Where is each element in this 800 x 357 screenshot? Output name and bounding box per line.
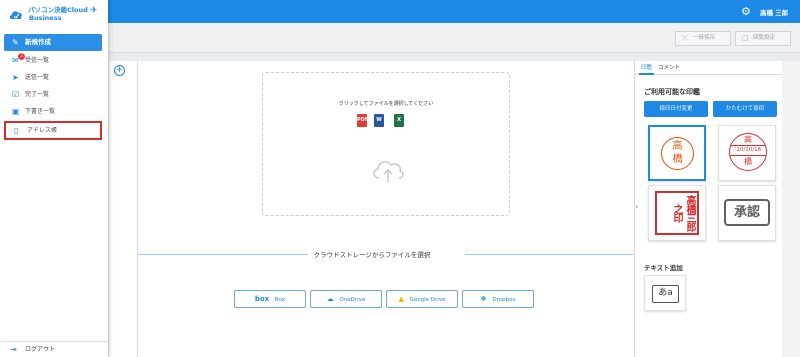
- divider-right: [465, 254, 635, 255]
- document-area: + クリックしてファイルを選択してください PDF W X クラウドストレージか…: [108, 61, 635, 357]
- page-thumbnail-column: +: [109, 61, 138, 357]
- pin-icon: ⤬: [682, 34, 688, 42]
- logout-icon: ⇥: [10, 345, 17, 354]
- add-text-heading: テキスト追加: [644, 264, 683, 272]
- pin-sidebar-icon[interactable]: ✈: [90, 6, 98, 16]
- panel-tabs: 印鑑 コメント: [635, 61, 783, 75]
- box-icon: box: [254, 295, 270, 303]
- stamp-round-name[interactable]: 高橋: [648, 125, 706, 181]
- sidebar-item-address-book[interactable]: ▯ アドレス帳: [4, 121, 102, 140]
- tab-stamps[interactable]: 印鑑: [639, 61, 655, 75]
- google-drive-button[interactable]: ▲ Google Drive: [386, 290, 458, 308]
- send-settings-button[interactable]: ▢ 回覧設定: [735, 31, 791, 46]
- check-square-icon: ☑: [12, 90, 20, 99]
- change-date-button[interactable]: 捺印日付変更: [644, 101, 708, 117]
- chevron-right-icon[interactable]: ›: [635, 202, 638, 211]
- sidebar: パソコン決裁Cloud Business ✈ ✎ 新規作成 ✉ 2 受信一覧 ➤…: [0, 0, 108, 357]
- save-temp-button[interactable]: ⤬ 一時保存: [675, 31, 731, 46]
- word-file-icon: W: [374, 114, 384, 127]
- sidebar-item-sent[interactable]: ➤ 送信一覧: [4, 70, 102, 86]
- tilt-stamp-button[interactable]: かたむけて捺印: [713, 101, 777, 117]
- top-header: ⚙ 高橋 三郎: [0, 0, 800, 23]
- gear-icon[interactable]: ⚙: [741, 6, 752, 17]
- drop-instruction: クリックしてファイルを選択してください: [338, 101, 434, 107]
- address-book-icon: ▯: [14, 126, 19, 135]
- sidebar-item-inbox[interactable]: ✉ 2 受信一覧: [4, 53, 102, 69]
- right-scroll-area: [782, 61, 800, 357]
- stamp-approval[interactable]: 承認: [718, 185, 776, 241]
- file-drop-zone[interactable]: クリックしてファイルを選択してください PDF W X: [262, 72, 510, 216]
- cloud-logo-icon: [9, 11, 22, 19]
- stamp-date[interactable]: 高 '20/10/16 橋: [718, 125, 776, 181]
- box-button[interactable]: box Box: [234, 290, 306, 308]
- dropbox-icon: ❖: [480, 295, 487, 303]
- document-icon: ▢: [742, 34, 749, 42]
- add-text-tool[interactable]: あa: [644, 275, 686, 311]
- available-stamps-heading: ご利用可能な印鑑: [644, 88, 700, 96]
- stamp-panel: 印鑑 コメント ご利用可能な印鑑 捺印日付変更 かたむけて捺印 高橋 高 '20…: [634, 61, 783, 357]
- user-name[interactable]: 高橋 三郎: [760, 7, 788, 17]
- text-tool-icon: あa: [652, 285, 679, 303]
- cloud-upload-icon: [373, 161, 404, 182]
- add-page-icon[interactable]: +: [114, 65, 125, 76]
- sidebar-item-completed[interactable]: ☑ 完了一覧: [4, 87, 102, 103]
- dropbox-button[interactable]: ❖ Dropbox: [462, 290, 534, 308]
- new-document-button[interactable]: ✎ 新規作成: [4, 34, 102, 51]
- pencil-icon: ✎: [12, 38, 19, 47]
- brand-name: パソコン決裁Cloud Business: [28, 6, 88, 22]
- pdf-file-icon: PDF: [357, 114, 368, 127]
- logout-button[interactable]: ⇥ ログアウト: [0, 341, 108, 357]
- onedrive-icon: ☁: [326, 295, 334, 303]
- unread-badge: 2: [18, 53, 25, 60]
- save-icon: ▣: [12, 107, 20, 116]
- stamp-square-seal[interactable]: 高橋三郎之印: [648, 185, 706, 241]
- sidebar-item-drafts[interactable]: ▣ 下書き一覧: [4, 104, 102, 120]
- excel-file-icon: X: [394, 114, 404, 127]
- google-drive-icon: ▲: [398, 295, 404, 303]
- document-toolbar: ⤬ 一時保存 ▢ 回覧設定: [108, 23, 800, 53]
- send-icon: ➤: [12, 73, 19, 82]
- tab-comments[interactable]: コメント: [658, 61, 680, 75]
- onedrive-button[interactable]: ☁ OneDrive: [310, 290, 382, 308]
